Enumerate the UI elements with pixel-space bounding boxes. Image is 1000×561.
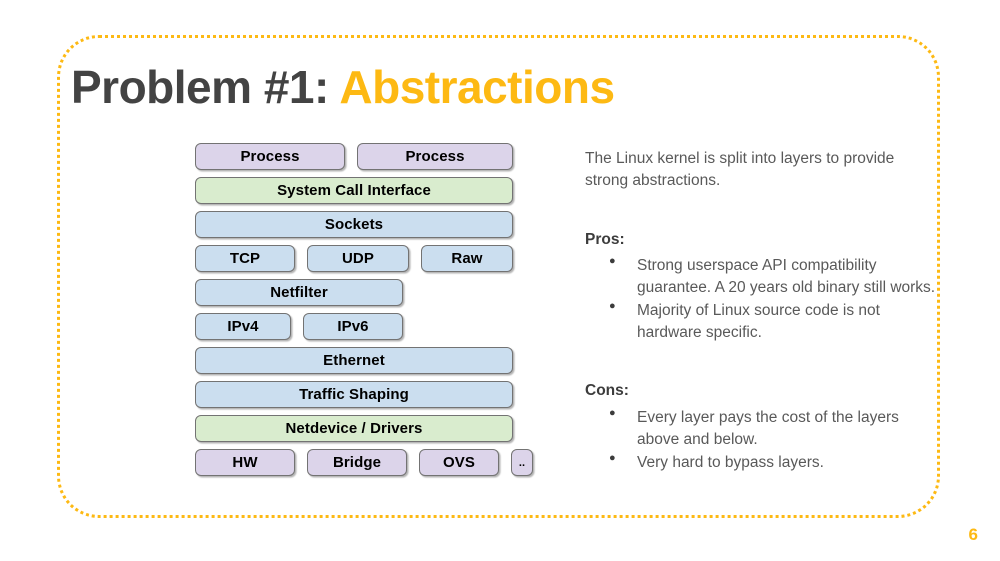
pros-list: Strong userspace API compatibility guara…: [585, 254, 940, 344]
pros-list-item: Majority of Linux source code is not har…: [609, 299, 940, 344]
box-gap: [345, 143, 357, 170]
box-gap: [409, 245, 421, 272]
syscall-row: System Call Interface: [195, 177, 513, 204]
ethernet-row: Ethernet: [195, 347, 513, 374]
pros-heading: Pros:: [585, 230, 625, 248]
stack-box-process: Process: [357, 143, 513, 170]
box-gap: [295, 449, 307, 476]
sockets-row: Sockets: [195, 211, 513, 238]
stack-box-raw: Raw: [421, 245, 513, 272]
stack-box-traffic-shaping: Traffic Shaping: [195, 381, 513, 408]
device-row: HW Bridge OVS..: [195, 449, 533, 476]
slide-canvas: Problem #1: Abstractions Process Process S…: [0, 0, 1000, 561]
stack-box-process: Process: [195, 143, 345, 170]
stack-box-: ..: [511, 449, 533, 476]
box-gap: [295, 245, 307, 272]
stack-box-netdevice-drivers: Netdevice / Drivers: [195, 415, 513, 442]
explanation-column: The Linux kernel is split into layers to…: [585, 148, 940, 475]
page-number: 6: [968, 525, 978, 544]
cons-list-item: Every layer pays the cost of the layers …: [609, 406, 940, 451]
netfilter-row: Netfilter: [195, 279, 513, 306]
stack-box-ethernet: Ethernet: [195, 347, 513, 374]
box-gap: [499, 449, 511, 476]
cons-list: Every layer pays the cost of the layers …: [585, 406, 940, 474]
stack-box-bridge: Bridge: [307, 449, 407, 476]
slide-title-accent: Abstractions: [339, 61, 615, 113]
box-gap: [407, 449, 419, 476]
stack-box-udp: UDP: [307, 245, 409, 272]
process-row: Process Process: [195, 143, 513, 170]
pros-list-item: Strong userspace API compatibility guara…: [609, 254, 940, 299]
traffic-shaping-row: Traffic Shaping: [195, 381, 513, 408]
stack-box-netfilter: Netfilter: [195, 279, 403, 306]
stack-box-ovs: OVS: [419, 449, 499, 476]
stack-box-ipv6: IPv6: [303, 313, 403, 340]
slide-title-main: Problem #1:: [71, 61, 329, 113]
slide-title: Problem #1: Abstractions: [71, 60, 615, 114]
cons-list-item: Very hard to bypass layers.: [609, 451, 940, 474]
stack-box-tcp: TCP: [195, 245, 295, 272]
transport-row: TCP UDP Raw: [195, 245, 513, 272]
stack-box-hw: HW: [195, 449, 295, 476]
netdevice-row: Netdevice / Drivers: [195, 415, 513, 442]
stack-box-sockets: Sockets: [195, 211, 513, 238]
stack-box-ipv4: IPv4: [195, 313, 291, 340]
cons-heading: Cons:: [585, 382, 629, 400]
box-gap: [291, 313, 303, 340]
kernel-stack-diagram: Process Process System Call Interface Socke…: [195, 143, 533, 483]
stack-box-system-call-interface: System Call Interface: [195, 177, 513, 204]
intro-paragraph: The Linux kernel is split into layers to…: [585, 150, 895, 190]
ip-row: IPv4 IPv6: [195, 313, 513, 340]
